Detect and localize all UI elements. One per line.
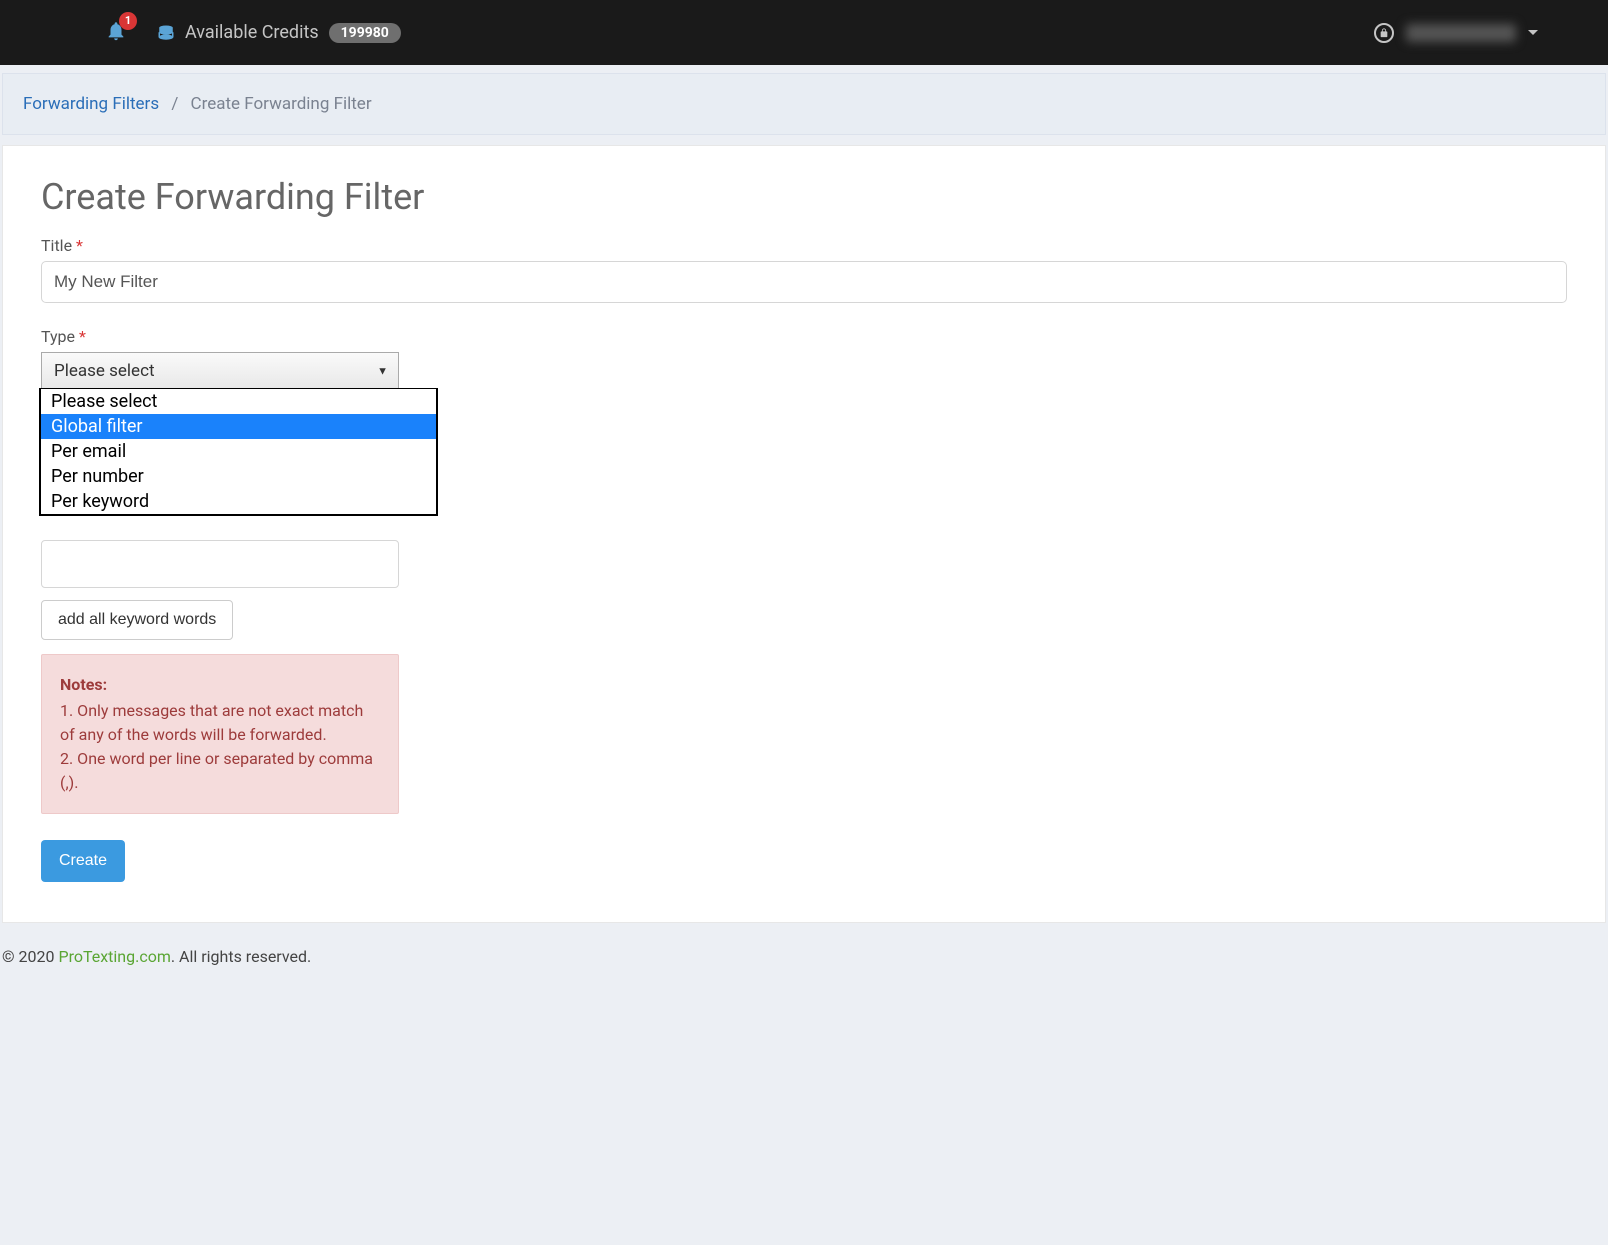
- notes-line-2: 2. One word per line or separated by com…: [60, 747, 380, 795]
- type-select[interactable]: Please select: [41, 352, 399, 390]
- credits-label: Available Credits: [185, 22, 319, 43]
- credits-badge: 199980: [329, 23, 401, 43]
- user-name: [1406, 24, 1516, 42]
- type-select-wrapper: Please select ▼ Please selectGlobal filt…: [41, 352, 399, 390]
- notification-badge: 1: [119, 12, 137, 30]
- type-option[interactable]: Per number: [41, 464, 436, 489]
- title-field-label: Title *: [41, 236, 1567, 255]
- top-bar-left: 1 Available Credits 199980: [105, 20, 401, 46]
- chevron-down-icon: [1528, 30, 1538, 35]
- notes-box: Notes: 1. Only messages that are not exa…: [41, 654, 399, 814]
- words-textarea[interactable]: [41, 540, 399, 588]
- title-input[interactable]: [41, 261, 1567, 303]
- notes-title: Notes:: [60, 673, 380, 697]
- top-bar: 1 Available Credits 199980: [0, 0, 1608, 65]
- breadcrumb-current: Create Forwarding Filter: [191, 94, 372, 114]
- required-indicator: *: [79, 327, 86, 346]
- user-menu[interactable]: [1374, 23, 1538, 43]
- type-option[interactable]: Global filter: [41, 414, 436, 439]
- credits-display[interactable]: Available Credits 199980: [157, 22, 401, 43]
- footer-prefix: © 2020: [2, 947, 58, 966]
- notes-line-1: 1. Only messages that are not exact matc…: [60, 699, 380, 747]
- breadcrumb-separator: /: [171, 94, 178, 114]
- footer: © 2020 ProTexting.com. All rights reserv…: [0, 923, 1608, 990]
- create-button[interactable]: Create: [41, 840, 125, 882]
- lock-icon: [1374, 23, 1394, 43]
- type-option[interactable]: Per email: [41, 439, 436, 464]
- notifications-button[interactable]: 1: [105, 20, 127, 46]
- type-option[interactable]: Please select: [41, 389, 436, 414]
- breadcrumb-parent-link[interactable]: Forwarding Filters: [23, 94, 159, 114]
- database-icon: [157, 24, 175, 42]
- page-title: Create Forwarding Filter: [41, 176, 1567, 218]
- type-option[interactable]: Per keyword: [41, 489, 436, 514]
- content-panel: Create Forwarding Filter Title * Type * …: [2, 145, 1606, 923]
- type-dropdown: Please selectGlobal filterPer emailPer n…: [39, 388, 438, 516]
- footer-brand-link[interactable]: ProTexting.com: [58, 947, 170, 966]
- type-field-label: Type *: [41, 327, 1567, 346]
- required-indicator: *: [76, 236, 83, 255]
- add-all-keywords-button[interactable]: add all keyword words: [41, 600, 233, 640]
- breadcrumb: Forwarding Filters / Create Forwarding F…: [2, 73, 1606, 135]
- footer-suffix: . All rights reserved.: [171, 947, 311, 966]
